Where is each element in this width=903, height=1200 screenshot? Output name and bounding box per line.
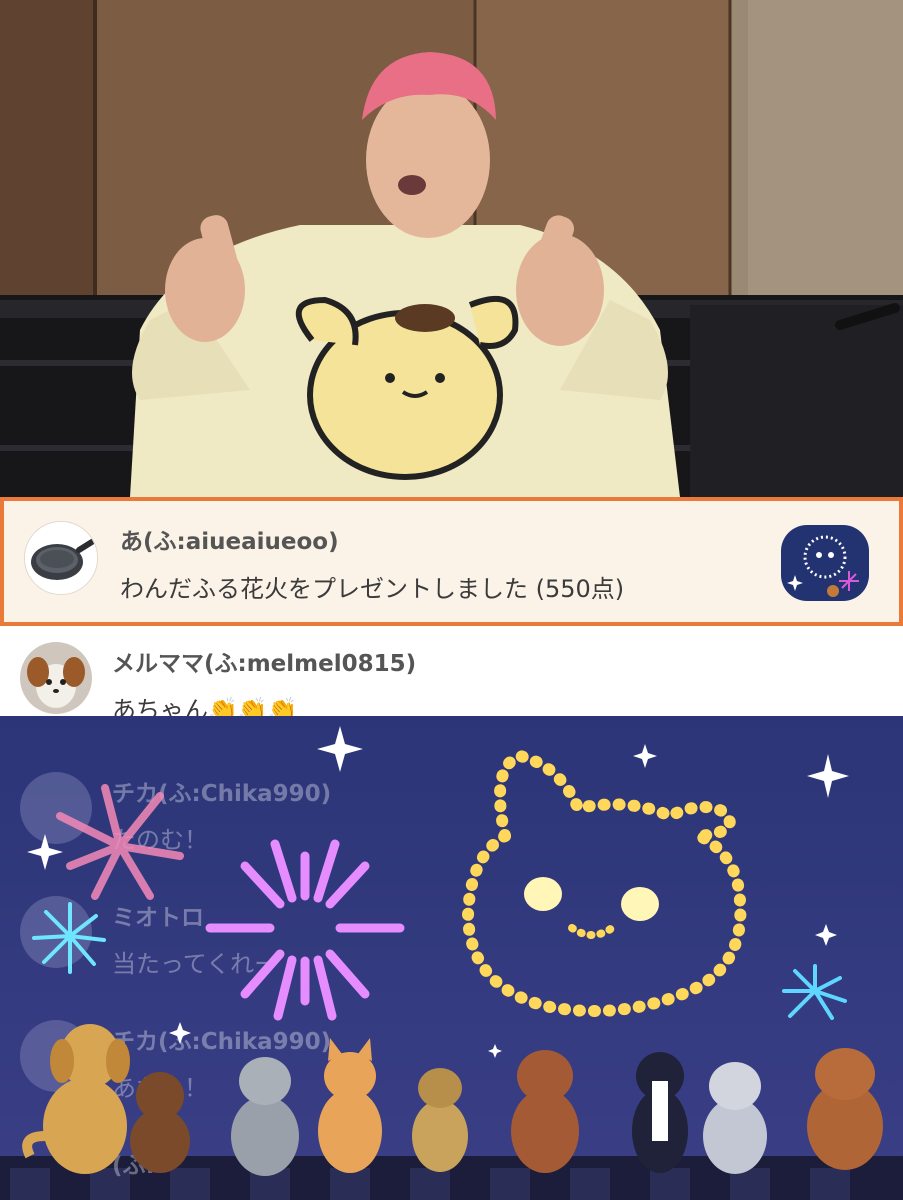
dog-face-firework-icon: [461, 749, 747, 1017]
gift-message: わんだふる花火をプレゼントしました (550点): [120, 575, 625, 603]
cyan-firework-icon: [32, 902, 106, 974]
fireworks-gift-animation: チカ(ふ:Chika990) たのむ！ ミオトロ 当たってくれー チカ(ふ:Ch…: [0, 716, 903, 1200]
gift-comment[interactable]: あ(ふ:aiueaiueoo) わんだふる花火をプレゼントしました (550点): [0, 497, 903, 626]
dog-audience-illustration: [22, 1024, 883, 1176]
dog-photo-avatar[interactable]: [20, 642, 92, 714]
wonderful-fireworks-gift-icon: [781, 525, 869, 601]
live-video[interactable]: [0, 0, 903, 497]
frying-pan-icon[interactable]: [24, 521, 98, 595]
comment-item[interactable]: メルママ(ふ:melmel0815) あちゃん👏👏👏: [0, 632, 903, 728]
purple-firework-icon: [205, 839, 405, 1021]
comment-username: あ(ふ:aiueaiueoo): [120, 529, 339, 555]
cyan-firework-icon: [782, 964, 847, 1020]
streamer-video-frame: [0, 0, 903, 497]
pink-firework-icon: [56, 784, 184, 900]
comment-username: メルママ(ふ:melmel0815): [112, 651, 417, 677]
